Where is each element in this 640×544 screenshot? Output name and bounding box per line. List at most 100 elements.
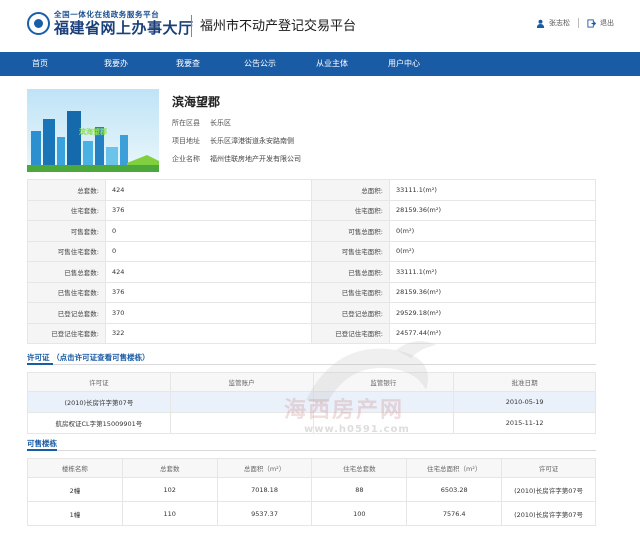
district-value: 长乐区 (210, 119, 231, 127)
permit-date: 2010-05-19 (453, 391, 596, 413)
building-name-link[interactable]: 1幢 (27, 501, 123, 526)
stats-row: 可售住宅套数: 0 可售住宅面积: 0(m²) (27, 240, 596, 262)
building-total-area: 9537.37 (216, 501, 313, 526)
stat-value: 24577.44(m²) (389, 322, 596, 344)
col-residential-units: 住宅总套数 (311, 458, 408, 478)
stat-value: 376 (105, 281, 312, 303)
permit-number[interactable]: (2010)长房许字第07号 (27, 391, 171, 413)
project-stats-table: 总套数: 424 总面积: 33111.1(m²) 住宅套数: 376 住宅面积… (27, 179, 596, 344)
stat-label: 可售住宅套数: (27, 240, 106, 262)
buildings-section-line (27, 450, 596, 451)
address-row: 项目地址 长乐区漳港街道永安路南侧 (172, 136, 294, 146)
stat-value: 0 (105, 220, 312, 242)
col-total-units: 总套数 (121, 458, 218, 478)
stat-value: 28159.36(m²) (389, 281, 596, 303)
logo-subtitle: 全国一体化在线政务服务平台 (54, 10, 160, 19)
building-total-units: 110 (121, 501, 218, 526)
watermark-text: 海西房产网 (284, 398, 405, 423)
col-building-name: 楼栋名称 (27, 458, 123, 478)
col-bank: 监管银行 (312, 372, 455, 392)
building-residential-area: 6503.28 (406, 477, 503, 502)
user-area: 张志松 退出 (536, 18, 614, 28)
permit-section-underline (27, 363, 53, 365)
stat-label: 已售住宅面积: (311, 281, 390, 303)
nav-apply[interactable]: 我要办 (80, 52, 152, 76)
stat-value: 33111.1(m²) (389, 261, 596, 283)
permit-section-line (27, 364, 596, 365)
building-residential-area: 7576.4 (406, 501, 503, 526)
stats-row: 可售套数: 0 可售总面积: 0(m²) (27, 220, 596, 242)
stat-value: 424 (105, 179, 312, 201)
page-header: 全国一体化在线政务服务平台 福建省网上办事大厅 福州市不动产登记交易平台 张志松… (0, 0, 640, 52)
stats-row: 已售住宅套数: 376 已售住宅面积: 28159.36(m²) (27, 281, 596, 303)
address-label: 项目地址 (172, 137, 200, 145)
stat-value: 322 (105, 322, 312, 344)
building-total-area: 7018.18 (216, 477, 313, 502)
building-name-link[interactable]: 2幢 (27, 477, 123, 502)
nav-home[interactable]: 首页 (0, 52, 80, 76)
site-logo[interactable]: 全国一体化在线政务服务平台 福建省网上办事大厅 (27, 11, 194, 36)
stat-label: 可售总面积: (311, 220, 390, 242)
building-permit: (2010)长房许字第07号 (501, 477, 596, 502)
stats-row: 已登记总套数: 370 已登记总面积: 29529.18(m²) (27, 302, 596, 324)
stat-label: 已售总面积: (311, 261, 390, 283)
building-total-units: 102 (121, 477, 218, 502)
address-value: 长乐区漳港街道永安路南侧 (210, 137, 294, 145)
project-image-caption: 滨海望郡 (79, 127, 107, 136)
nav-query[interactable]: 我要查 (152, 52, 224, 76)
stat-label: 总套数: (27, 179, 106, 201)
company-value: 福州佳联房地产开发有限公司 (210, 155, 301, 163)
username[interactable]: 张志松 (549, 18, 570, 28)
stat-label: 已登记住宅套数: (27, 322, 106, 344)
col-residential-area: 住宅总面积（m²） (406, 458, 503, 478)
building-row: 2幢 102 7018.18 88 6503.28 (2010)长房许字第07号 (27, 477, 596, 502)
main-nav: 首页 我要办 我要查 公告公示 从业主体 用户中心 (0, 52, 640, 76)
stat-value: 0 (105, 240, 312, 262)
project-image: 滨海望郡 (27, 89, 159, 172)
company-row: 企业名称 福州佳联房地产开发有限公司 (172, 154, 301, 164)
stat-label: 已售总套数: (27, 261, 106, 283)
district-row: 所在区县 长乐区 (172, 118, 231, 128)
stat-label: 已售住宅套数: (27, 281, 106, 303)
stat-label: 可售套数: (27, 220, 106, 242)
user-icon (536, 19, 545, 28)
stat-value: 33111.1(m²) (389, 179, 596, 201)
project-name: 滨海望郡 (172, 95, 221, 109)
stat-value: 28159.36(m²) (389, 199, 596, 221)
nav-announcements[interactable]: 公告公示 (224, 52, 296, 76)
building-residential-units: 100 (311, 501, 408, 526)
permit-date: 2015-11-12 (453, 412, 596, 434)
building-permit: (2010)长房许字第07号 (501, 501, 596, 526)
buildings-section-title: 可售楼栋 (27, 439, 57, 448)
platform-title: 福州市不动产登记交易平台 (200, 19, 357, 34)
col-total-area: 总面积（m²） (216, 458, 313, 478)
buildings-header-row: 楼栋名称 总套数 总面积（m²） 住宅总套数 住宅总面积（m²） 许可证 (27, 458, 596, 478)
nav-practitioners[interactable]: 从业主体 (296, 52, 368, 76)
col-account: 监管账户 (169, 372, 314, 392)
buildings-section-underline (27, 449, 57, 451)
permit-number[interactable]: 航房权证CL字第15009901号 (27, 412, 171, 434)
company-label: 企业名称 (172, 155, 200, 163)
stat-label: 已登记总套数: (27, 302, 106, 324)
stats-row: 总套数: 424 总面积: 33111.1(m²) (27, 179, 596, 201)
user-separator (578, 18, 579, 28)
building-residential-units: 88 (311, 477, 408, 502)
stat-value: 29529.18(m²) (389, 302, 596, 324)
stat-label: 可售住宅面积: (311, 240, 390, 262)
city-skyline-icon: 滨海望郡 (27, 111, 159, 172)
stats-row: 已售总套数: 424 已售总面积: 33111.1(m²) (27, 261, 596, 283)
stats-row: 已登记住宅套数: 322 已登记住宅面积: 24577.44(m²) (27, 322, 596, 344)
nav-user-center[interactable]: 用户中心 (368, 52, 440, 76)
stat-label: 已登记总面积: (311, 302, 390, 324)
permit-header-row: 许可证 监管账户 监管银行 批准日期 (27, 372, 596, 392)
col-permit: 许可证 (27, 372, 171, 392)
stat-label: 已登记住宅面积: (311, 322, 390, 344)
col-building-permit: 许可证 (501, 458, 596, 478)
logout-link[interactable]: 退出 (600, 18, 614, 28)
logout-icon[interactable] (587, 18, 596, 28)
stat-value: 376 (105, 199, 312, 221)
logo-title: 福建省网上办事大厅 (54, 18, 194, 37)
col-date: 批准日期 (453, 372, 596, 392)
watermark-url: www.h0591.com (304, 424, 410, 435)
stat-label: 总面积: (311, 179, 390, 201)
